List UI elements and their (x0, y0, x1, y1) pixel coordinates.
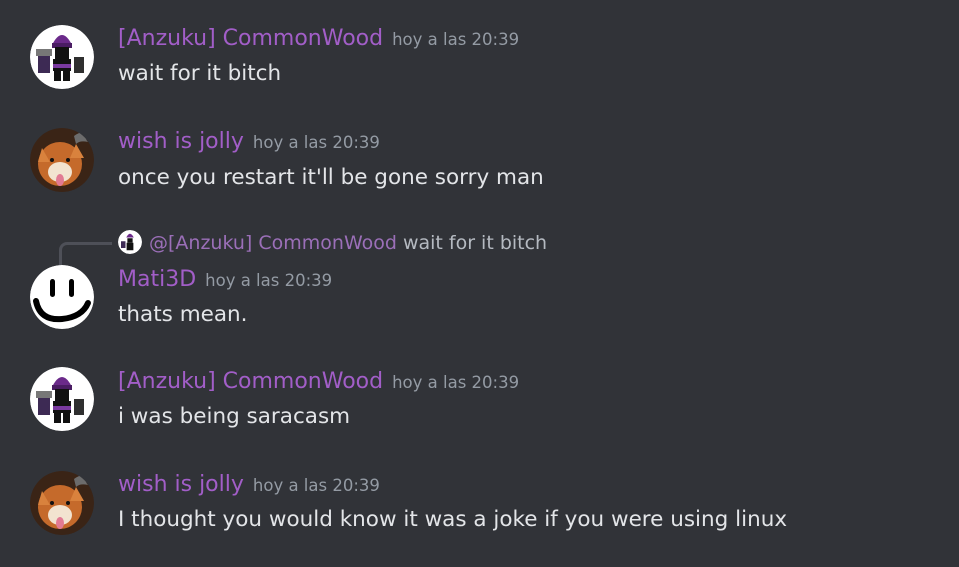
purple-beanie-character-avatar[interactable] (118, 230, 142, 254)
message-content: i was being saracasm (118, 404, 351, 429)
purple-beanie-character-avatar[interactable] (30, 25, 94, 89)
timestamp[interactable]: hoy a las 20:39 (253, 133, 380, 152)
message-header: wish is jolly hoy a las 20:39 (118, 129, 380, 154)
message-header: wish is jolly hoy a las 20:39 (118, 472, 380, 497)
reply-text[interactable]: wait for it bitch (403, 232, 547, 254)
timestamp[interactable]: hoy a las 20:39 (205, 271, 332, 290)
username[interactable]: [Anzuku] CommonWood (118, 26, 383, 51)
username[interactable]: wish is jolly (118, 129, 244, 154)
message-content: I thought you would know it was a joke i… (118, 507, 788, 532)
message-header: Mati3D hoy a las 20:39 (118, 267, 332, 292)
fox-with-bat-avatar[interactable] (30, 128, 94, 192)
username[interactable]: [Anzuku] CommonWood (118, 369, 383, 394)
reply-connector-line (59, 242, 112, 265)
reply-mention[interactable]: @[Anzuku] CommonWood (149, 232, 397, 254)
smiley-face-avatar[interactable] (30, 265, 94, 329)
timestamp[interactable]: hoy a las 20:39 (392, 373, 519, 392)
reply-preview[interactable]: @[Anzuku] CommonWood wait for it bitch (118, 230, 547, 254)
timestamp[interactable]: hoy a las 20:39 (392, 30, 519, 49)
chat-message-list: [Anzuku] CommonWood hoy a las 20:39 wait … (0, 0, 959, 567)
message-content: wait for it bitch (118, 61, 282, 86)
username[interactable]: wish is jolly (118, 472, 244, 497)
timestamp[interactable]: hoy a las 20:39 (253, 476, 380, 495)
message-content: once you restart it'll be gone sorry man (118, 165, 544, 190)
message-header: [Anzuku] CommonWood hoy a las 20:39 (118, 369, 519, 394)
username[interactable]: Mati3D (118, 267, 196, 292)
message-content: thats mean. (118, 302, 248, 327)
message-header: [Anzuku] CommonWood hoy a las 20:39 (118, 26, 519, 51)
purple-beanie-character-avatar[interactable] (30, 367, 94, 431)
fox-with-bat-avatar[interactable] (30, 471, 94, 535)
